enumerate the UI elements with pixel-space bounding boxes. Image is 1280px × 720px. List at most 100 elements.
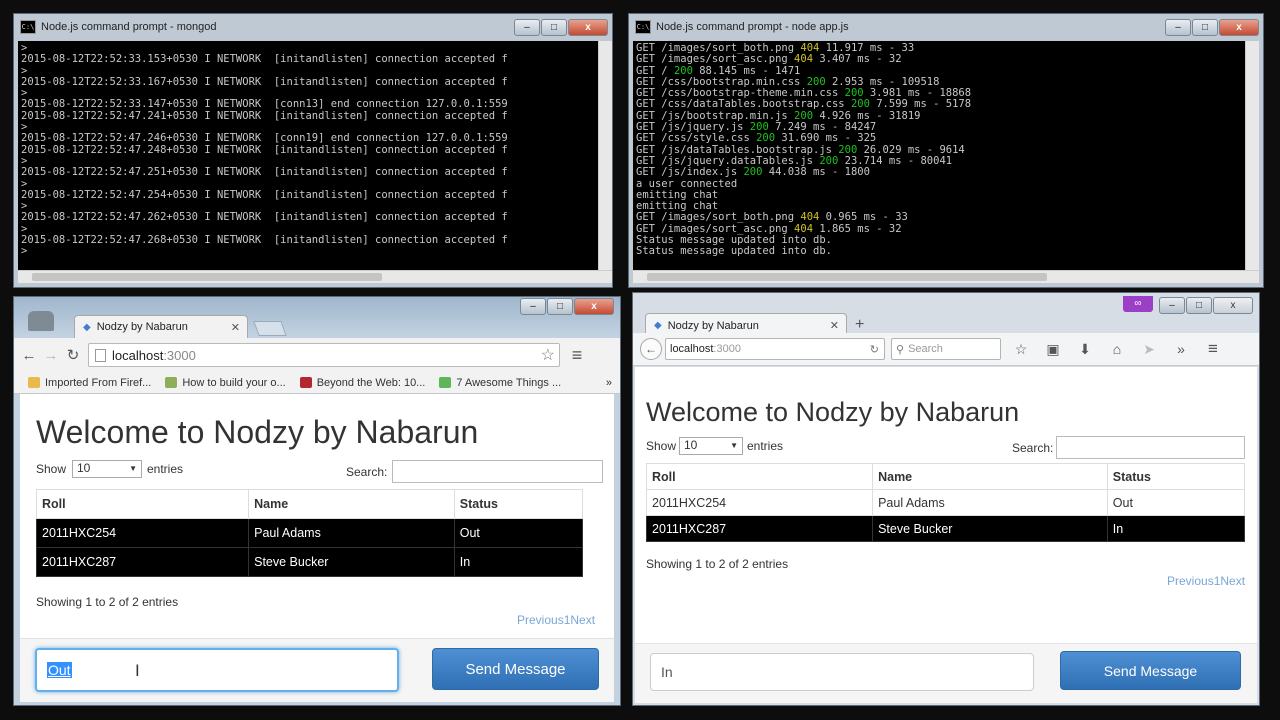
close-button[interactable]: x bbox=[1219, 18, 1259, 36]
menu-icon[interactable]: ≡ bbox=[566, 345, 588, 366]
overflow-menu-icon[interactable]: » bbox=[1165, 341, 1197, 357]
cell-name: Steve Bucker bbox=[248, 547, 455, 577]
back-button[interactable]: ← bbox=[640, 338, 662, 360]
pagination[interactable]: Previous1Next bbox=[517, 613, 595, 627]
home-icon[interactable]: ⌂ bbox=[1101, 341, 1133, 357]
mongod-console-output[interactable]: >2015-08-12T22:52:33.153+0530 I NETWORK … bbox=[18, 41, 598, 270]
search-input[interactable] bbox=[1056, 436, 1245, 459]
forward-button[interactable]: → bbox=[40, 347, 62, 364]
mongod-vertical-scrollbar[interactable] bbox=[598, 41, 612, 270]
minimize-button[interactable]: – bbox=[520, 298, 546, 315]
bookmark-label: Beyond the Web: 10... bbox=[316, 376, 426, 389]
minimize-button[interactable]: – bbox=[1159, 297, 1185, 314]
reload-icon[interactable]: ↻ bbox=[870, 343, 879, 356]
table-row[interactable]: 2011HXC287 Steve Bucker In bbox=[35, 547, 584, 577]
node-console-window: C:\ Node.js command prompt - node app.js… bbox=[628, 13, 1264, 288]
new-tab-button[interactable] bbox=[253, 321, 287, 336]
pagination[interactable]: Previous1Next bbox=[1167, 574, 1245, 588]
node-horizontal-scrollbar[interactable] bbox=[633, 270, 1259, 283]
console-line-timing: 3.407 ms - 32 bbox=[813, 53, 902, 66]
close-button[interactable]: x bbox=[568, 18, 608, 36]
minimize-button[interactable]: – bbox=[514, 18, 540, 36]
user-avatar-icon[interactable] bbox=[28, 311, 54, 331]
mongod-title-bar[interactable]: C:\ Node.js command prompt - mongod – □ … bbox=[14, 14, 612, 40]
new-tab-button[interactable]: + bbox=[855, 316, 864, 334]
cell-name: Steve Bucker bbox=[872, 515, 1108, 542]
tab-nodzy[interactable]: ◆ Nodzy by Nabarun ✕ bbox=[74, 315, 248, 338]
search-box[interactable]: ⚲ Search bbox=[891, 338, 1001, 360]
chrome-toolbar: ← → ↻ localhost:3000 ☆ ≡ bbox=[14, 338, 620, 372]
send-message-button[interactable]: Send Message bbox=[432, 648, 599, 690]
address-bar[interactable]: localhost:3000 ☆ bbox=[88, 343, 560, 367]
send-icon[interactable]: ➤ bbox=[1133, 341, 1165, 358]
search-icon: ⚲ bbox=[896, 343, 905, 356]
maximize-button[interactable]: □ bbox=[547, 298, 573, 315]
bookmarks-overflow-icon[interactable]: » bbox=[606, 377, 612, 389]
page-length-select[interactable]: 10 ▼ bbox=[72, 460, 142, 478]
back-button[interactable]: ← bbox=[18, 347, 40, 364]
column-header-status[interactable]: Status bbox=[1106, 463, 1246, 490]
url-host: localhost bbox=[112, 347, 164, 363]
cell-status: In bbox=[453, 547, 584, 577]
console-line-timing: 88.145 ms - 1471 bbox=[692, 64, 801, 77]
node-window-title: Node.js command prompt - node app.js bbox=[656, 21, 849, 33]
column-header-roll[interactable]: Roll bbox=[645, 463, 874, 490]
console-line: 2015-08-12T22:52:47.262+0530 I NETWORK [… bbox=[21, 211, 508, 224]
table-row[interactable]: 2011HXC254 Paul Adams Out bbox=[35, 518, 584, 548]
tab-close-icon[interactable]: ✕ bbox=[231, 321, 240, 334]
console-line: 2015-08-12T22:52:47.248+0530 I NETWORK [… bbox=[21, 143, 508, 156]
bookmark-item[interactable]: 7 Awesome Things ... bbox=[439, 377, 561, 389]
reload-button[interactable]: ↻ bbox=[62, 346, 84, 364]
left-page-content: Welcome to Nodzy by Nabarun Show 10 ▼ en… bbox=[20, 394, 614, 702]
send-message-button[interactable]: Send Message bbox=[1060, 651, 1241, 690]
cell-roll: 2011HXC287 bbox=[645, 515, 874, 542]
console-line-text: GET /css/bootstrap-theme.min.css bbox=[636, 87, 845, 100]
bookmark-item[interactable]: How to build your o... bbox=[165, 377, 286, 389]
close-button[interactable]: x bbox=[1213, 297, 1253, 314]
page-title: Welcome to Nodzy by Nabarun bbox=[36, 414, 479, 450]
scrollbar-thumb[interactable] bbox=[647, 273, 1047, 281]
column-header-roll[interactable]: Roll bbox=[35, 489, 250, 519]
maximize-button[interactable]: □ bbox=[541, 18, 567, 36]
console-line-timing: 4.926 ms - 31819 bbox=[813, 109, 921, 122]
private-browsing-icon: ∞ bbox=[1123, 296, 1153, 312]
close-button[interactable]: x bbox=[574, 298, 614, 315]
console-line: 2015-08-12T22:52:47.246+0530 I NETWORK [… bbox=[21, 132, 508, 145]
message-input[interactable]: In bbox=[650, 653, 1034, 691]
students-table: Roll Name Status 2011HXC254 Paul Adams Out 20… bbox=[35, 489, 584, 577]
console-line-text: Status message updated into db. bbox=[636, 245, 832, 258]
cmd-icon: C:\ bbox=[20, 20, 36, 34]
menu-icon[interactable]: ≡ bbox=[1197, 339, 1229, 359]
page-length-select[interactable]: 10 ▼ bbox=[679, 437, 743, 455]
maximize-button[interactable]: □ bbox=[1186, 297, 1212, 314]
firefox-window: ∞ – □ x ◆ Nodzy by Nabarun ✕ + ← localho… bbox=[632, 292, 1260, 706]
node-vertical-scrollbar[interactable] bbox=[1245, 41, 1259, 270]
bookmark-item[interactable]: Beyond the Web: 10... bbox=[299, 376, 426, 389]
bookmark-star-icon[interactable]: ☆ bbox=[541, 345, 555, 365]
maximize-button[interactable]: □ bbox=[1192, 18, 1218, 36]
table-row[interactable]: 2011HXC254 Paul Adams Out bbox=[645, 489, 1246, 516]
cmd-icon: C:\ bbox=[635, 20, 651, 34]
tab-close-icon[interactable]: ✕ bbox=[830, 319, 839, 332]
minimize-button[interactable]: – bbox=[1165, 18, 1191, 36]
reading-list-icon[interactable]: ▣ bbox=[1037, 341, 1069, 358]
mongod-horizontal-scrollbar[interactable] bbox=[18, 270, 612, 283]
console-line-text: GET /css/style.css bbox=[636, 132, 757, 145]
bookmark-item[interactable]: Imported From Firef... bbox=[28, 377, 151, 389]
console-line-text: GET /css/bootstrap.min.css bbox=[636, 75, 807, 88]
scrollbar-thumb[interactable] bbox=[32, 273, 382, 281]
search-input[interactable] bbox=[392, 460, 603, 483]
column-header-status[interactable]: Status bbox=[453, 489, 584, 519]
node-title-bar[interactable]: C:\ Node.js command prompt - node app.js… bbox=[629, 14, 1263, 40]
download-icon[interactable]: ⬇ bbox=[1069, 341, 1101, 358]
page-length-value: 10 bbox=[77, 461, 91, 475]
column-header-name[interactable]: Name bbox=[248, 489, 455, 519]
bookmark-star-icon[interactable]: ☆ bbox=[1005, 341, 1037, 358]
mongod-console-window: C:\ Node.js command prompt - mongod – □ … bbox=[13, 13, 613, 288]
node-console-output[interactable]: GET /images/sort_both.png 404 11.917 ms … bbox=[633, 41, 1245, 270]
message-input[interactable]: Out bbox=[35, 648, 399, 692]
address-bar[interactable]: localhost:3000 ↻ bbox=[665, 338, 885, 360]
status-code: 200 bbox=[794, 109, 814, 122]
table-row[interactable]: 2011HXC287 Steve Bucker In bbox=[645, 515, 1246, 542]
column-header-name[interactable]: Name bbox=[872, 463, 1108, 490]
